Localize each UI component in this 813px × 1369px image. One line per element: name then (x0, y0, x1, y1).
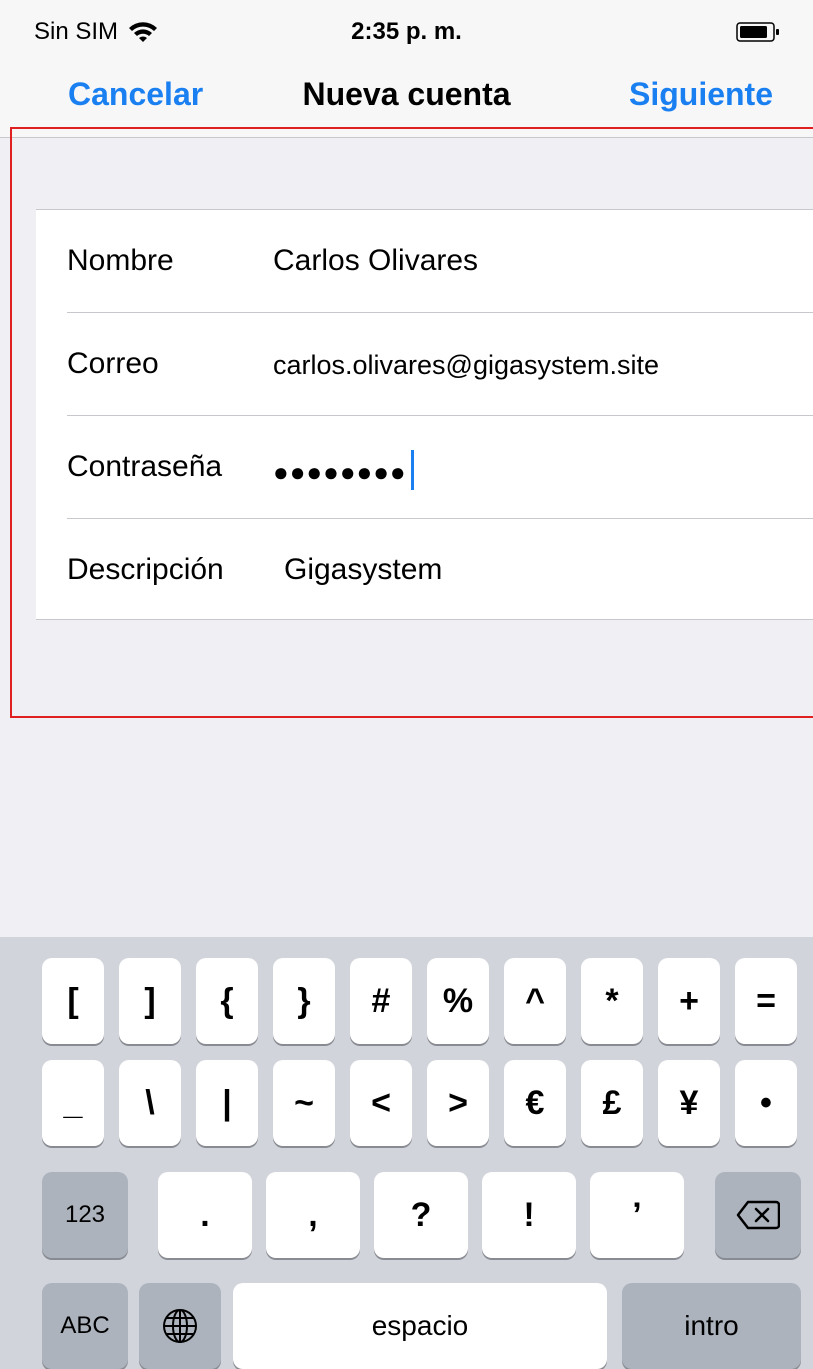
key[interactable]: [ (42, 958, 104, 1044)
password-label: Contraseña (67, 450, 223, 483)
key[interactable]: # (350, 958, 412, 1044)
text-caret (410, 450, 414, 490)
key[interactable]: £ (581, 1060, 643, 1146)
key[interactable]: • (735, 1060, 797, 1146)
form-row-description[interactable]: Descripción Gigasystem (36, 519, 813, 620)
globe-key[interactable] (139, 1283, 221, 1369)
description-field[interactable]: Gigasystem (284, 553, 442, 587)
key[interactable]: } (273, 958, 335, 1044)
form-row-email[interactable]: Correo carlos.olivares@gigasystem.site (36, 313, 813, 416)
form-row-name[interactable]: Nombre Carlos Olivares (36, 210, 813, 313)
battery-icon (736, 22, 779, 42)
keyboard: [ ] { } # % ^ * + = _ \ | ~ < > € £ ¥ • … (0, 937, 813, 1369)
password-mask: ●●●●●●●● (273, 456, 407, 487)
account-form: Nombre Carlos Olivares Correo carlos.oli… (36, 209, 813, 620)
key[interactable]: , (266, 1172, 360, 1258)
key[interactable]: { (196, 958, 258, 1044)
key[interactable]: > (427, 1060, 489, 1146)
numbers-mode-key[interactable]: 123 (42, 1172, 128, 1258)
key[interactable]: ? (374, 1172, 468, 1258)
description-label: Descripción (67, 553, 224, 586)
key[interactable]: _ (42, 1060, 104, 1146)
key[interactable]: ! (482, 1172, 576, 1258)
space-key[interactable]: espacio (233, 1283, 607, 1369)
key[interactable]: | (196, 1060, 258, 1146)
form-row-password[interactable]: Contraseña ●●●●●●●● (36, 416, 813, 519)
abc-mode-key[interactable]: ABC (42, 1283, 128, 1369)
key[interactable]: < (350, 1060, 412, 1146)
key[interactable]: + (658, 958, 720, 1044)
key[interactable]: ¥ (658, 1060, 720, 1146)
status-time: 2:35 p. m. (351, 18, 462, 45)
key[interactable]: € (504, 1060, 566, 1146)
email-label: Correo (67, 347, 159, 380)
next-button[interactable]: Siguiente (629, 76, 773, 113)
key[interactable]: \ (119, 1060, 181, 1146)
backspace-key[interactable] (715, 1172, 801, 1258)
status-bar: Sin SIM 2:35 p. m. (0, 0, 813, 62)
key[interactable]: ’ (590, 1172, 684, 1258)
key[interactable]: % (427, 958, 489, 1044)
key[interactable]: * (581, 958, 643, 1044)
key[interactable]: . (158, 1172, 252, 1258)
globe-icon (163, 1309, 197, 1343)
email-field[interactable]: carlos.olivares@gigasystem.site (273, 350, 659, 381)
nav-bar: Cancelar Nueva cuenta Siguiente (0, 62, 813, 138)
name-field[interactable]: Carlos Olivares (273, 244, 478, 278)
key[interactable]: = (735, 958, 797, 1044)
return-key[interactable]: intro (622, 1283, 801, 1369)
key[interactable]: ~ (273, 1060, 335, 1146)
name-label: Nombre (67, 244, 174, 277)
key[interactable]: ^ (504, 958, 566, 1044)
backspace-icon (736, 1200, 780, 1230)
password-field[interactable]: ●●●●●●●● (273, 450, 414, 494)
key[interactable]: ] (119, 958, 181, 1044)
